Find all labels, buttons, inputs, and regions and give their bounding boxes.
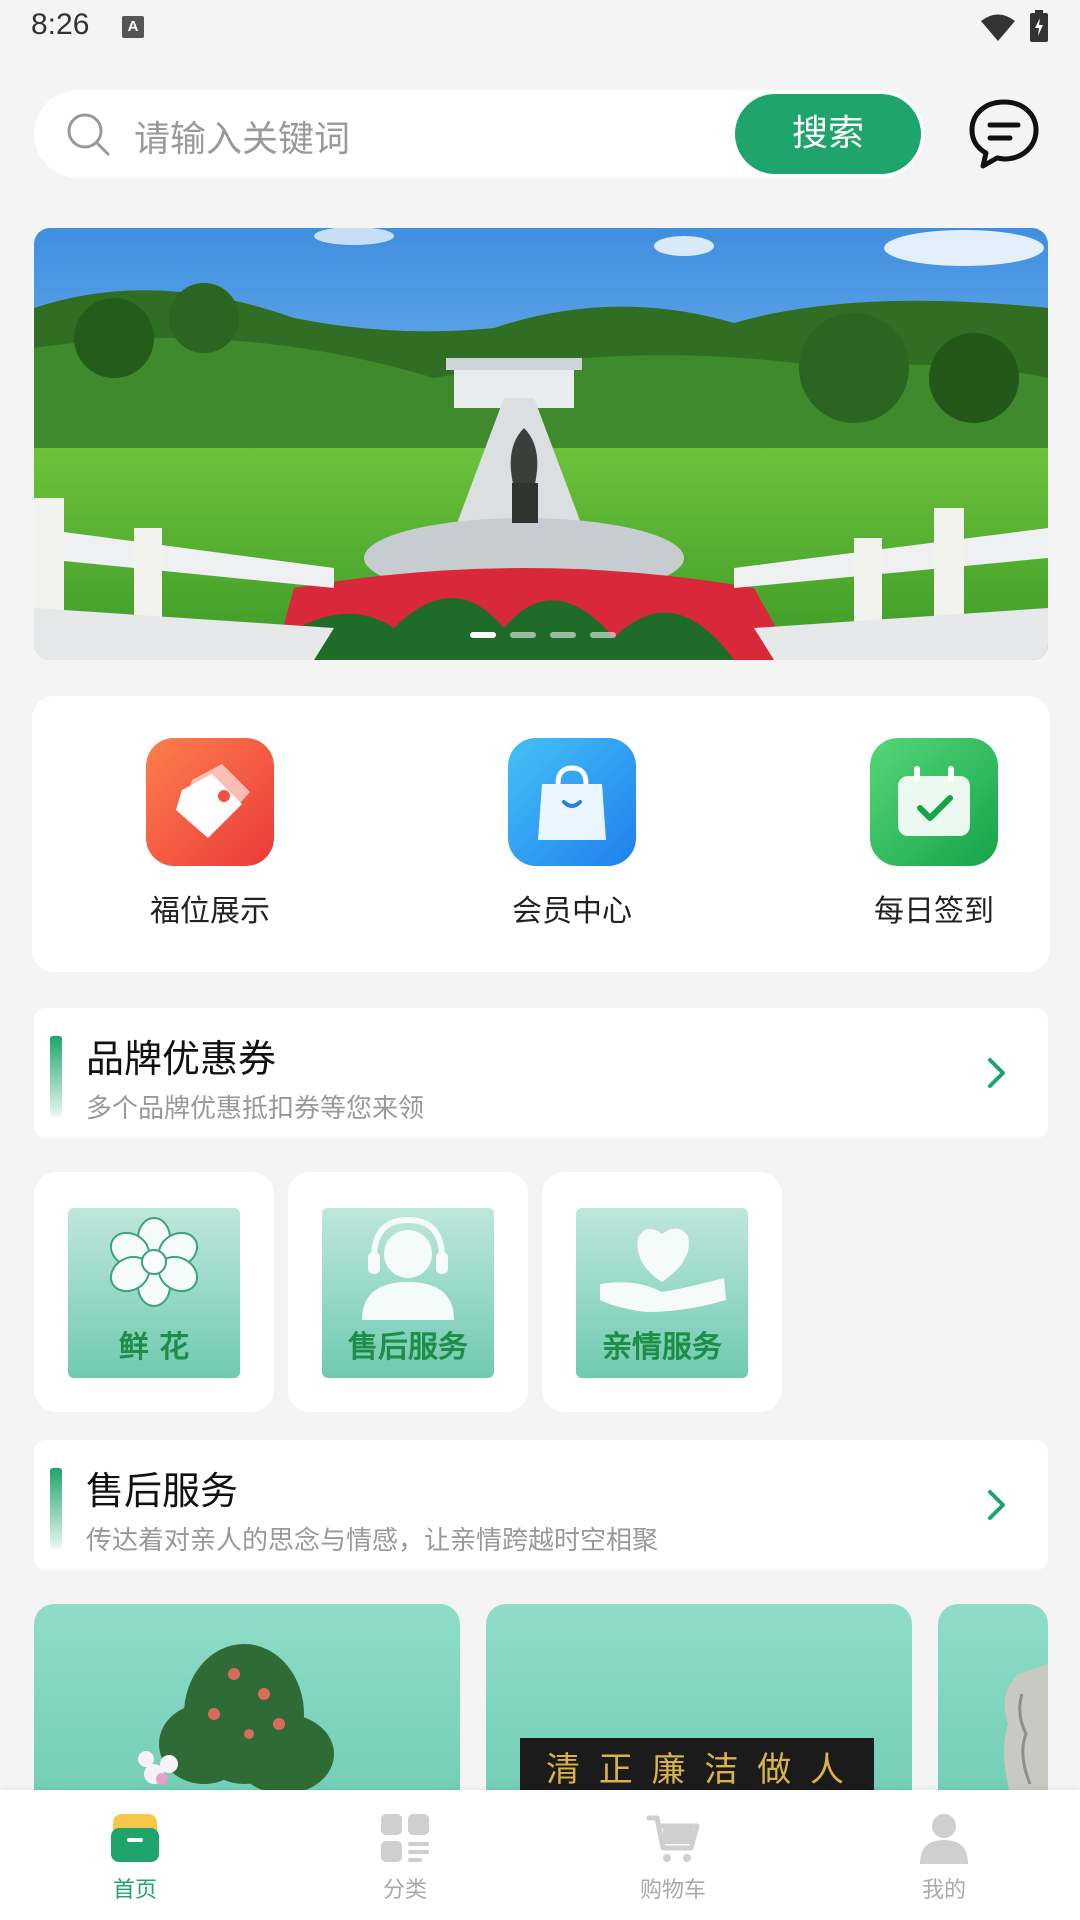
wifi-icon (981, 14, 1015, 41)
banner-dot[interactable] (590, 632, 616, 638)
banner-pagination[interactable] (470, 632, 616, 638)
service-tile: 鲜 花 (68, 1208, 240, 1378)
potted-flowers-image (138, 1644, 334, 1794)
service-aftersale[interactable]: 售后服务 (288, 1172, 528, 1412)
aftersale-section[interactable]: 售后服务 传达着对亲人的思念与情感，让亲情跨越时空相聚 (34, 1440, 1048, 1570)
quick-action-member[interactable]: 会员中心 (482, 738, 662, 930)
chevron-right-icon (988, 1058, 1005, 1088)
section-subtitle: 多个品牌优惠抵扣券等您来领 (86, 1094, 425, 1124)
status-bar: 8:26 A (0, 0, 1080, 56)
quick-action-label: 会员中心 (512, 894, 632, 929)
section-title: 售后服务 (86, 1469, 239, 1513)
product-card[interactable]: 清 正 廉 洁 做 人 (486, 1604, 912, 1804)
banner-dot[interactable] (470, 632, 496, 638)
service-label: 亲情服务 (602, 1330, 722, 1365)
calendar-check-icon (870, 738, 998, 866)
tab-label: 分类 (382, 1878, 427, 1903)
search-button[interactable]: 搜索 (735, 94, 921, 174)
service-flowers[interactable]: 鲜 花 (34, 1172, 274, 1412)
tab-label: 我的 (921, 1878, 966, 1903)
search-placeholder: 请输入关键词 (134, 119, 351, 160)
service-label: 售后服务 (348, 1330, 468, 1365)
tab-home[interactable]: 首页 (55, 1810, 215, 1904)
tab-cart[interactable]: 购物车 (593, 1810, 753, 1904)
search-icon (67, 113, 110, 156)
stone-relief-image (1004, 1664, 1048, 1804)
heart-hand-icon (600, 1228, 726, 1312)
plaque-text: 清 正 廉 洁 做 人 (545, 1750, 849, 1790)
banner-carousel[interactable] (34, 228, 1048, 660)
product-card[interactable] (938, 1604, 1048, 1804)
user-icon (916, 1810, 972, 1866)
message-icon[interactable] (966, 96, 1042, 172)
section-title: 品牌优惠券 (86, 1037, 277, 1081)
shopping-bag-icon (508, 738, 636, 866)
status-time: 8:26 (31, 8, 90, 41)
flower-icon (109, 1217, 199, 1307)
service-tile: 售后服务 (322, 1208, 494, 1378)
cart-icon (645, 1810, 701, 1866)
service-tile: 亲情服务 (576, 1208, 748, 1378)
section-accent (50, 1036, 62, 1116)
chevron-right-icon (988, 1490, 1005, 1520)
tab-category[interactable]: 分类 (325, 1810, 485, 1904)
category-icon (377, 1810, 433, 1866)
coupon-section[interactable]: 品牌优惠券 多个品牌优惠抵扣券等您来领 (34, 1008, 1048, 1138)
bottom-tab-bar: 首页 分类 购物车 我的 (0, 1790, 1080, 1920)
quick-action-label: 福位展示 (150, 894, 270, 929)
banner-image (34, 228, 1048, 660)
product-card[interactable] (34, 1604, 460, 1804)
service-family[interactable]: 亲情服务 (542, 1172, 782, 1412)
battery-icon (1030, 10, 1048, 42)
quick-actions-card: 福位展示 会员中心 每日签到 (32, 696, 1050, 972)
banner-dot[interactable] (550, 632, 576, 638)
tab-label: 首页 (112, 1878, 157, 1903)
quick-action-label: 每日签到 (874, 894, 994, 929)
tab-label: 购物车 (639, 1878, 706, 1903)
tab-profile[interactable]: 我的 (864, 1810, 1024, 1904)
section-subtitle: 传达着对亲人的思念与情感，让亲情跨越时空相聚 (86, 1526, 659, 1556)
banner-dot[interactable] (510, 632, 536, 638)
quick-action-fuwei[interactable]: 福位展示 (120, 738, 300, 930)
quick-action-checkin[interactable]: 每日签到 (844, 738, 1024, 930)
home-icon (107, 1810, 163, 1866)
headset-icon (362, 1216, 454, 1320)
tag-icon (146, 738, 274, 866)
input-method-icon: A (122, 16, 144, 38)
service-label: 鲜 花 (118, 1330, 190, 1365)
section-accent (50, 1468, 62, 1548)
